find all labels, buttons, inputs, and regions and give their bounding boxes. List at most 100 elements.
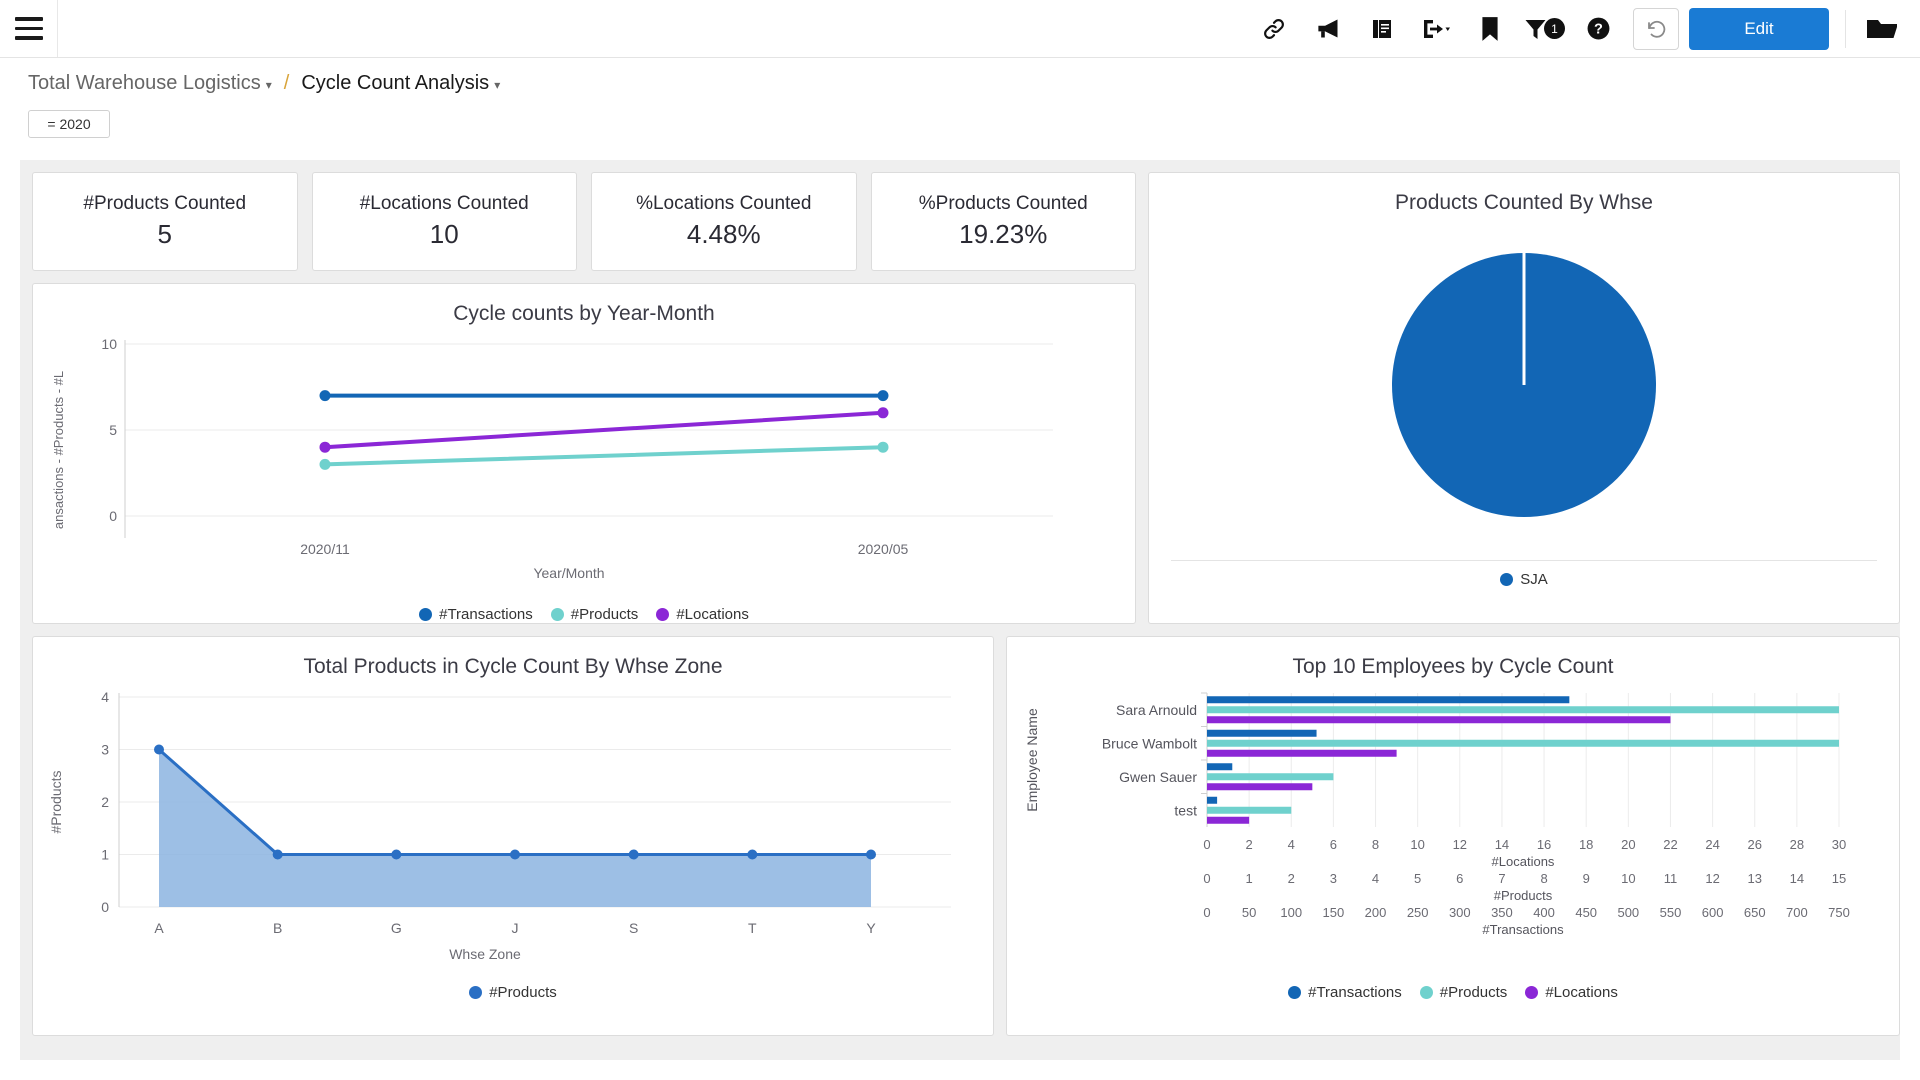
chart-title: Products Counted By Whse xyxy=(1149,173,1899,215)
category-label: test xyxy=(1174,802,1197,818)
x-tick-label: 500 xyxy=(1617,905,1639,920)
x-tick-label: 13 xyxy=(1747,871,1761,886)
x-tick-label: 15 xyxy=(1832,871,1846,886)
open-folder-icon[interactable] xyxy=(1852,0,1912,57)
x-tick-label: 200 xyxy=(1365,905,1387,920)
breadcrumb: Total Warehouse Logistics▾ / Cycle Count… xyxy=(0,58,1920,108)
data-point[interactable] xyxy=(629,850,639,860)
x-tick-label: 16 xyxy=(1537,837,1551,852)
bookmark-icon[interactable] xyxy=(1463,0,1517,57)
megaphone-icon[interactable] xyxy=(1301,0,1355,57)
data-point[interactable] xyxy=(154,745,164,755)
x-tick-label: 50 xyxy=(1242,905,1256,920)
category-label: Sara Arnould xyxy=(1116,702,1197,718)
bar[interactable] xyxy=(1207,750,1397,757)
kpi-value: 19.23% xyxy=(959,219,1047,250)
svg-text:?: ? xyxy=(1594,22,1603,38)
bar[interactable] xyxy=(1207,797,1217,804)
chart-products-counted-by-whse[interactable]: Products Counted By Whse SJA xyxy=(1148,172,1900,624)
x-tick-label: 7 xyxy=(1498,871,1505,886)
legend-item-sja[interactable]: SJA xyxy=(1500,571,1548,588)
kpi-row: #Products Counted 5 #Locations Counted 1… xyxy=(32,172,1136,271)
bar[interactable] xyxy=(1207,716,1670,723)
dashboard-row-1: #Products Counted 5 #Locations Counted 1… xyxy=(32,172,1888,624)
breadcrumb-app[interactable]: Total Warehouse Logistics ▾ xyxy=(28,72,272,95)
bar[interactable] xyxy=(1207,740,1839,747)
bar[interactable] xyxy=(1207,730,1317,737)
kpi-locations-counted[interactable]: #Locations Counted 10 xyxy=(312,172,578,271)
data-point[interactable] xyxy=(320,442,331,453)
data-point[interactable] xyxy=(878,407,889,418)
data-point[interactable] xyxy=(747,850,757,860)
link-icon[interactable] xyxy=(1247,0,1301,57)
bar[interactable] xyxy=(1207,696,1569,703)
bar[interactable] xyxy=(1207,763,1232,770)
x-tick-label: 350 xyxy=(1491,905,1513,920)
y-tick-label: 0 xyxy=(101,899,109,915)
x-tick-label: B xyxy=(273,920,282,936)
y-axis-title: Employee Name xyxy=(1024,708,1040,812)
data-point[interactable] xyxy=(391,850,401,860)
x-tick-label: 24 xyxy=(1705,837,1719,852)
data-point[interactable] xyxy=(866,850,876,860)
y-axis-title: #Products xyxy=(48,770,64,833)
legend-item-transactions[interactable]: #Transactions xyxy=(419,606,533,623)
breadcrumb-sheet[interactable]: Cycle Count Analysis▾ xyxy=(301,72,500,95)
bar[interactable] xyxy=(1207,817,1249,824)
data-point[interactable] xyxy=(878,390,889,401)
pie-chart-svg xyxy=(1149,215,1899,555)
x-tick-label: 12 xyxy=(1705,871,1719,886)
filter-chip-year[interactable]: = 2020 xyxy=(28,110,110,138)
kpi-pct-locations-counted[interactable]: %Locations Counted 4.48% xyxy=(591,172,857,271)
legend-item-products[interactable]: #Products xyxy=(1420,984,1508,1001)
bar-chart-svg: Sara Arnould Bruce Wambolt Gwen Sauer test E… xyxy=(1007,679,1899,979)
line-chart-legend: #Transactions #Products #Locations xyxy=(33,606,1135,623)
x-tick-label: 250 xyxy=(1407,905,1429,920)
dashboard-row-2: Total Products in Cycle Count By Whse Zo… xyxy=(32,636,1888,1036)
category-label: Bruce Wambolt xyxy=(1102,735,1197,751)
legend-item-transactions[interactable]: #Transactions xyxy=(1288,984,1402,1001)
filter-icon[interactable]: 1 xyxy=(1517,0,1571,57)
y-tick-label: 10 xyxy=(101,336,117,352)
menu-hamburger-icon[interactable] xyxy=(0,0,58,57)
bar[interactable] xyxy=(1207,783,1312,790)
bar[interactable] xyxy=(1207,807,1291,814)
kpi-pct-products-counted[interactable]: %Products Counted 19.23% xyxy=(871,172,1137,271)
line-chart-svg: 0510ansactions - #Products - #L2020/1120… xyxy=(33,326,1135,601)
chart-total-products-by-whse-zone[interactable]: Total Products in Cycle Count By Whse Zo… xyxy=(32,636,994,1036)
x-tick-label: 600 xyxy=(1702,905,1724,920)
legend-label: #Transactions xyxy=(1308,984,1402,1001)
x-tick-label: 8 xyxy=(1540,871,1547,886)
data-point[interactable] xyxy=(320,459,331,470)
legend-item-products[interactable]: #Products xyxy=(551,606,639,623)
export-icon[interactable] xyxy=(1409,0,1463,57)
x-tick-label: 3 xyxy=(1330,871,1337,886)
chevron-down-icon: ▾ xyxy=(266,78,272,92)
legend-item-locations[interactable]: #Locations xyxy=(1525,984,1618,1001)
help-icon[interactable]: ? xyxy=(1571,0,1625,57)
data-point[interactable] xyxy=(878,442,889,453)
bar[interactable] xyxy=(1207,706,1839,713)
bar[interactable] xyxy=(1207,773,1333,780)
data-point[interactable] xyxy=(273,850,283,860)
x-tick-label: 2020/11 xyxy=(300,541,350,557)
chart-cycle-counts-by-year-month[interactable]: Cycle counts by Year-Month 0510ansaction… xyxy=(32,283,1136,624)
undo-icon[interactable] xyxy=(1633,8,1679,50)
kpi-value: 4.48% xyxy=(687,219,761,250)
edit-button[interactable]: Edit xyxy=(1689,8,1829,50)
x-axis-title: Year/Month xyxy=(533,565,604,581)
breadcrumb-app-label: Total Warehouse Logistics xyxy=(28,72,261,94)
kpi-products-counted[interactable]: #Products Counted 5 xyxy=(32,172,298,271)
data-point[interactable] xyxy=(320,390,331,401)
chart-top-10-employees[interactable]: Top 10 Employees by Cycle Count Sara Arn… xyxy=(1006,636,1900,1036)
x-tick-label: S xyxy=(629,920,638,936)
kpi-label: #Locations Counted xyxy=(360,193,529,215)
copy-document-icon[interactable] xyxy=(1355,0,1409,57)
legend-item-products[interactable]: #Products xyxy=(469,984,557,1001)
category-label: Gwen Sauer xyxy=(1119,769,1197,785)
legend-item-locations[interactable]: #Locations xyxy=(656,606,749,623)
y-tick-label: 3 xyxy=(101,742,109,758)
x-tick-label: 5 xyxy=(1414,871,1421,886)
data-point[interactable] xyxy=(510,850,520,860)
x-tick-label: 6 xyxy=(1330,837,1337,852)
